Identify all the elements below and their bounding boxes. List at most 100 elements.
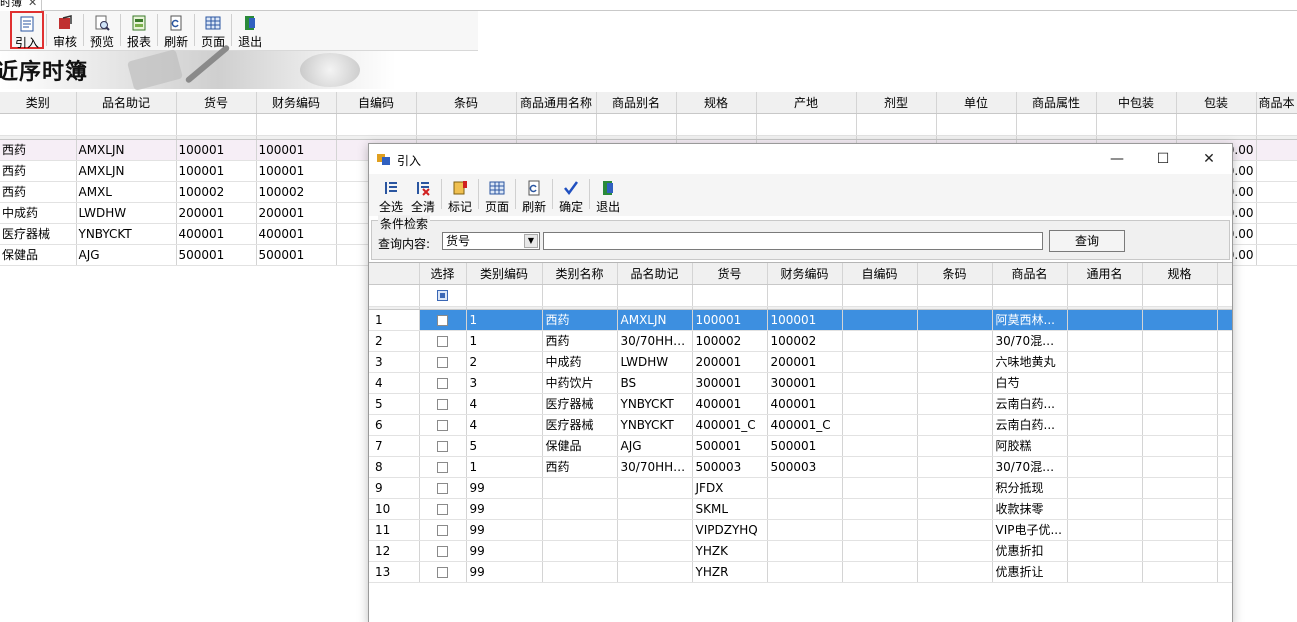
column-header[interactable]: 单位 [936,92,1017,114]
cell-item-code: 100001 [176,160,257,182]
column-header[interactable]: 包装 [1176,92,1257,114]
table-row[interactable]: 11 99 VIPDZYHQ VIP电子优... [369,519,1232,541]
maximize-button[interactable]: ☐ [1143,148,1183,170]
column-header[interactable]: 规格 [676,92,757,114]
column-header[interactable]: 剂型 [856,92,937,114]
row-select-checkbox[interactable] [437,482,448,494]
clear-all-icon [415,180,431,196]
search-field-select[interactable]: 货号 ▼ [442,232,540,250]
cell-category-name: 西药 [542,456,618,478]
clear-all-button[interactable]: 全清 [407,176,439,214]
grid-header-row: 类别 品名助记 货号 财务编码 自编码 条码 商品通用名称 商品别名 规格 产地… [0,92,1297,114]
filter-row[interactable] [369,284,1232,307]
row-select-checkbox[interactable] [437,314,448,326]
column-header[interactable]: 自编码 [842,263,918,285]
import-dialog: 引入 — ☐ ✕ 全选 全清 标记 页面 刷新 确定 退出 条件检索 查询内容:… [368,143,1233,622]
row-select-checkbox[interactable] [437,377,448,389]
column-header[interactable]: 货号 [692,263,768,285]
row-select-checkbox[interactable] [437,524,448,536]
table-row[interactable]: 10 99 SKML 收款抹零 [369,498,1232,520]
page-button[interactable]: 页面 [197,11,229,49]
row-select-checkbox[interactable] [437,440,448,452]
cell-item-code: 200001 [176,202,257,224]
row-select-checkbox[interactable] [437,545,448,557]
document-tab[interactable]: 时簿 ✕ [0,0,43,11]
column-header[interactable]: 商品属性 [1016,92,1097,114]
table-row[interactable]: 13 99 YHZR 优惠折让 [369,561,1232,583]
audit-button-label: 审核 [53,35,78,49]
minimize-button[interactable]: — [1097,148,1137,170]
row-select-checkbox[interactable] [437,503,448,515]
cell-item-code: 100001 [176,139,257,161]
report-button[interactable]: 报表 [123,11,155,49]
column-header[interactable]: 财务编码 [256,92,337,114]
toolbar-divider [157,14,159,46]
row-select-checkbox[interactable] [437,566,448,578]
search-input[interactable] [543,232,1043,250]
column-header[interactable]: 选择 [419,263,467,285]
column-header[interactable]: 规格 [1142,263,1218,285]
column-header[interactable]: 品名助记 [617,263,693,285]
mark-button[interactable]: 标记 [444,176,476,214]
toolbar-divider [441,179,443,209]
row-select-checkbox[interactable] [437,335,448,347]
column-header[interactable]: 中包装 [1096,92,1177,114]
table-row[interactable]: 9 99 JFDX 积分抵现 [369,477,1232,499]
close-button[interactable]: ✕ [1189,148,1229,170]
column-header[interactable]: 产地 [756,92,857,114]
column-header[interactable]: 条码 [416,92,517,114]
select-all-icon [383,180,399,196]
column-header[interactable]: 条码 [917,263,993,285]
refresh-button[interactable]: 刷新 [160,11,192,49]
table-row[interactable]: 5 4 医疗器械 YNBYCKT 400001 400001 云南白药... [369,393,1232,415]
row-select-checkbox[interactable] [437,356,448,368]
column-header[interactable]: 类别 [0,92,77,114]
query-button[interactable]: 查询 [1049,230,1125,252]
select-all-checkbox[interactable] [437,290,448,301]
chevron-down-icon[interactable]: ▼ [524,234,538,248]
confirm-button[interactable]: 确定 [555,176,587,214]
column-header[interactable]: 商品名 [992,263,1068,285]
cell-category-code: 4 [466,414,543,436]
table-row[interactable]: 12 99 YHZK 优惠折扣 [369,540,1232,562]
cell-mnemonic: 30/70HHZ... [617,456,693,478]
column-header[interactable]: 商品别名 [596,92,677,114]
cell-item-code: 500003 [692,456,768,478]
refresh-button[interactable]: 刷新 [518,176,550,214]
column-header[interactable]: 商品通用名称 [516,92,597,114]
table-row[interactable]: 7 5 保健品 AJG 500001 500001 阿胶糕 [369,435,1232,457]
column-header[interactable]: 自编码 [336,92,417,114]
cell-finance-code: 100002 [256,181,337,203]
row-select-checkbox[interactable] [437,398,448,410]
page-button[interactable]: 页面 [481,176,513,214]
close-tab-icon[interactable]: ✕ [28,0,37,11]
exit-button[interactable]: 退出 [592,176,624,214]
table-row[interactable]: 1 1 西药 AMXLJN 100001 100001 阿莫西林... [369,309,1232,331]
filter-row[interactable] [0,113,1297,136]
column-header[interactable]: 财务编码 [767,263,843,285]
table-row[interactable]: 4 3 中药饮片 BS 300001 300001 白芍 [369,372,1232,394]
select-all-button[interactable]: 全选 [375,176,407,214]
column-header[interactable]: 品名助记 [76,92,177,114]
exit-button[interactable]: 退出 [234,11,266,49]
cell-finance-code [767,477,843,499]
preview-button[interactable]: 预览 [86,11,118,49]
cell-item-code: 100002 [692,330,768,352]
mark-label: 标记 [448,200,473,214]
audit-button[interactable]: 审核 [49,11,81,49]
column-header[interactable]: 通用名 [1067,263,1143,285]
import-button[interactable]: 引入 [10,11,45,50]
dialog-titlebar[interactable]: 引入 — ☐ ✕ [369,144,1232,174]
row-select-checkbox[interactable] [437,419,448,431]
column-header[interactable]: 商品本 [1256,92,1297,114]
table-row[interactable]: 8 1 西药 30/70HHZ... 500003 500003 30/70混合... [369,456,1232,478]
column-header[interactable]: 类别名称 [542,263,618,285]
row-select-checkbox[interactable] [437,461,448,473]
table-row[interactable]: 3 2 中成药 LWDHW 200001 200001 六味地黄丸 [369,351,1232,373]
cell-finance-code [767,540,843,562]
cell-item-code: 300001 [692,372,768,394]
column-header[interactable]: 货号 [176,92,257,114]
column-header[interactable]: 类别编码 [466,263,543,285]
table-row[interactable]: 6 4 医疗器械 YNBYCKT 400001_C 400001_C 云南白药... [369,414,1232,436]
table-row[interactable]: 2 1 西药 30/70HHZ... 100002 100002 30/70混合... [369,330,1232,352]
